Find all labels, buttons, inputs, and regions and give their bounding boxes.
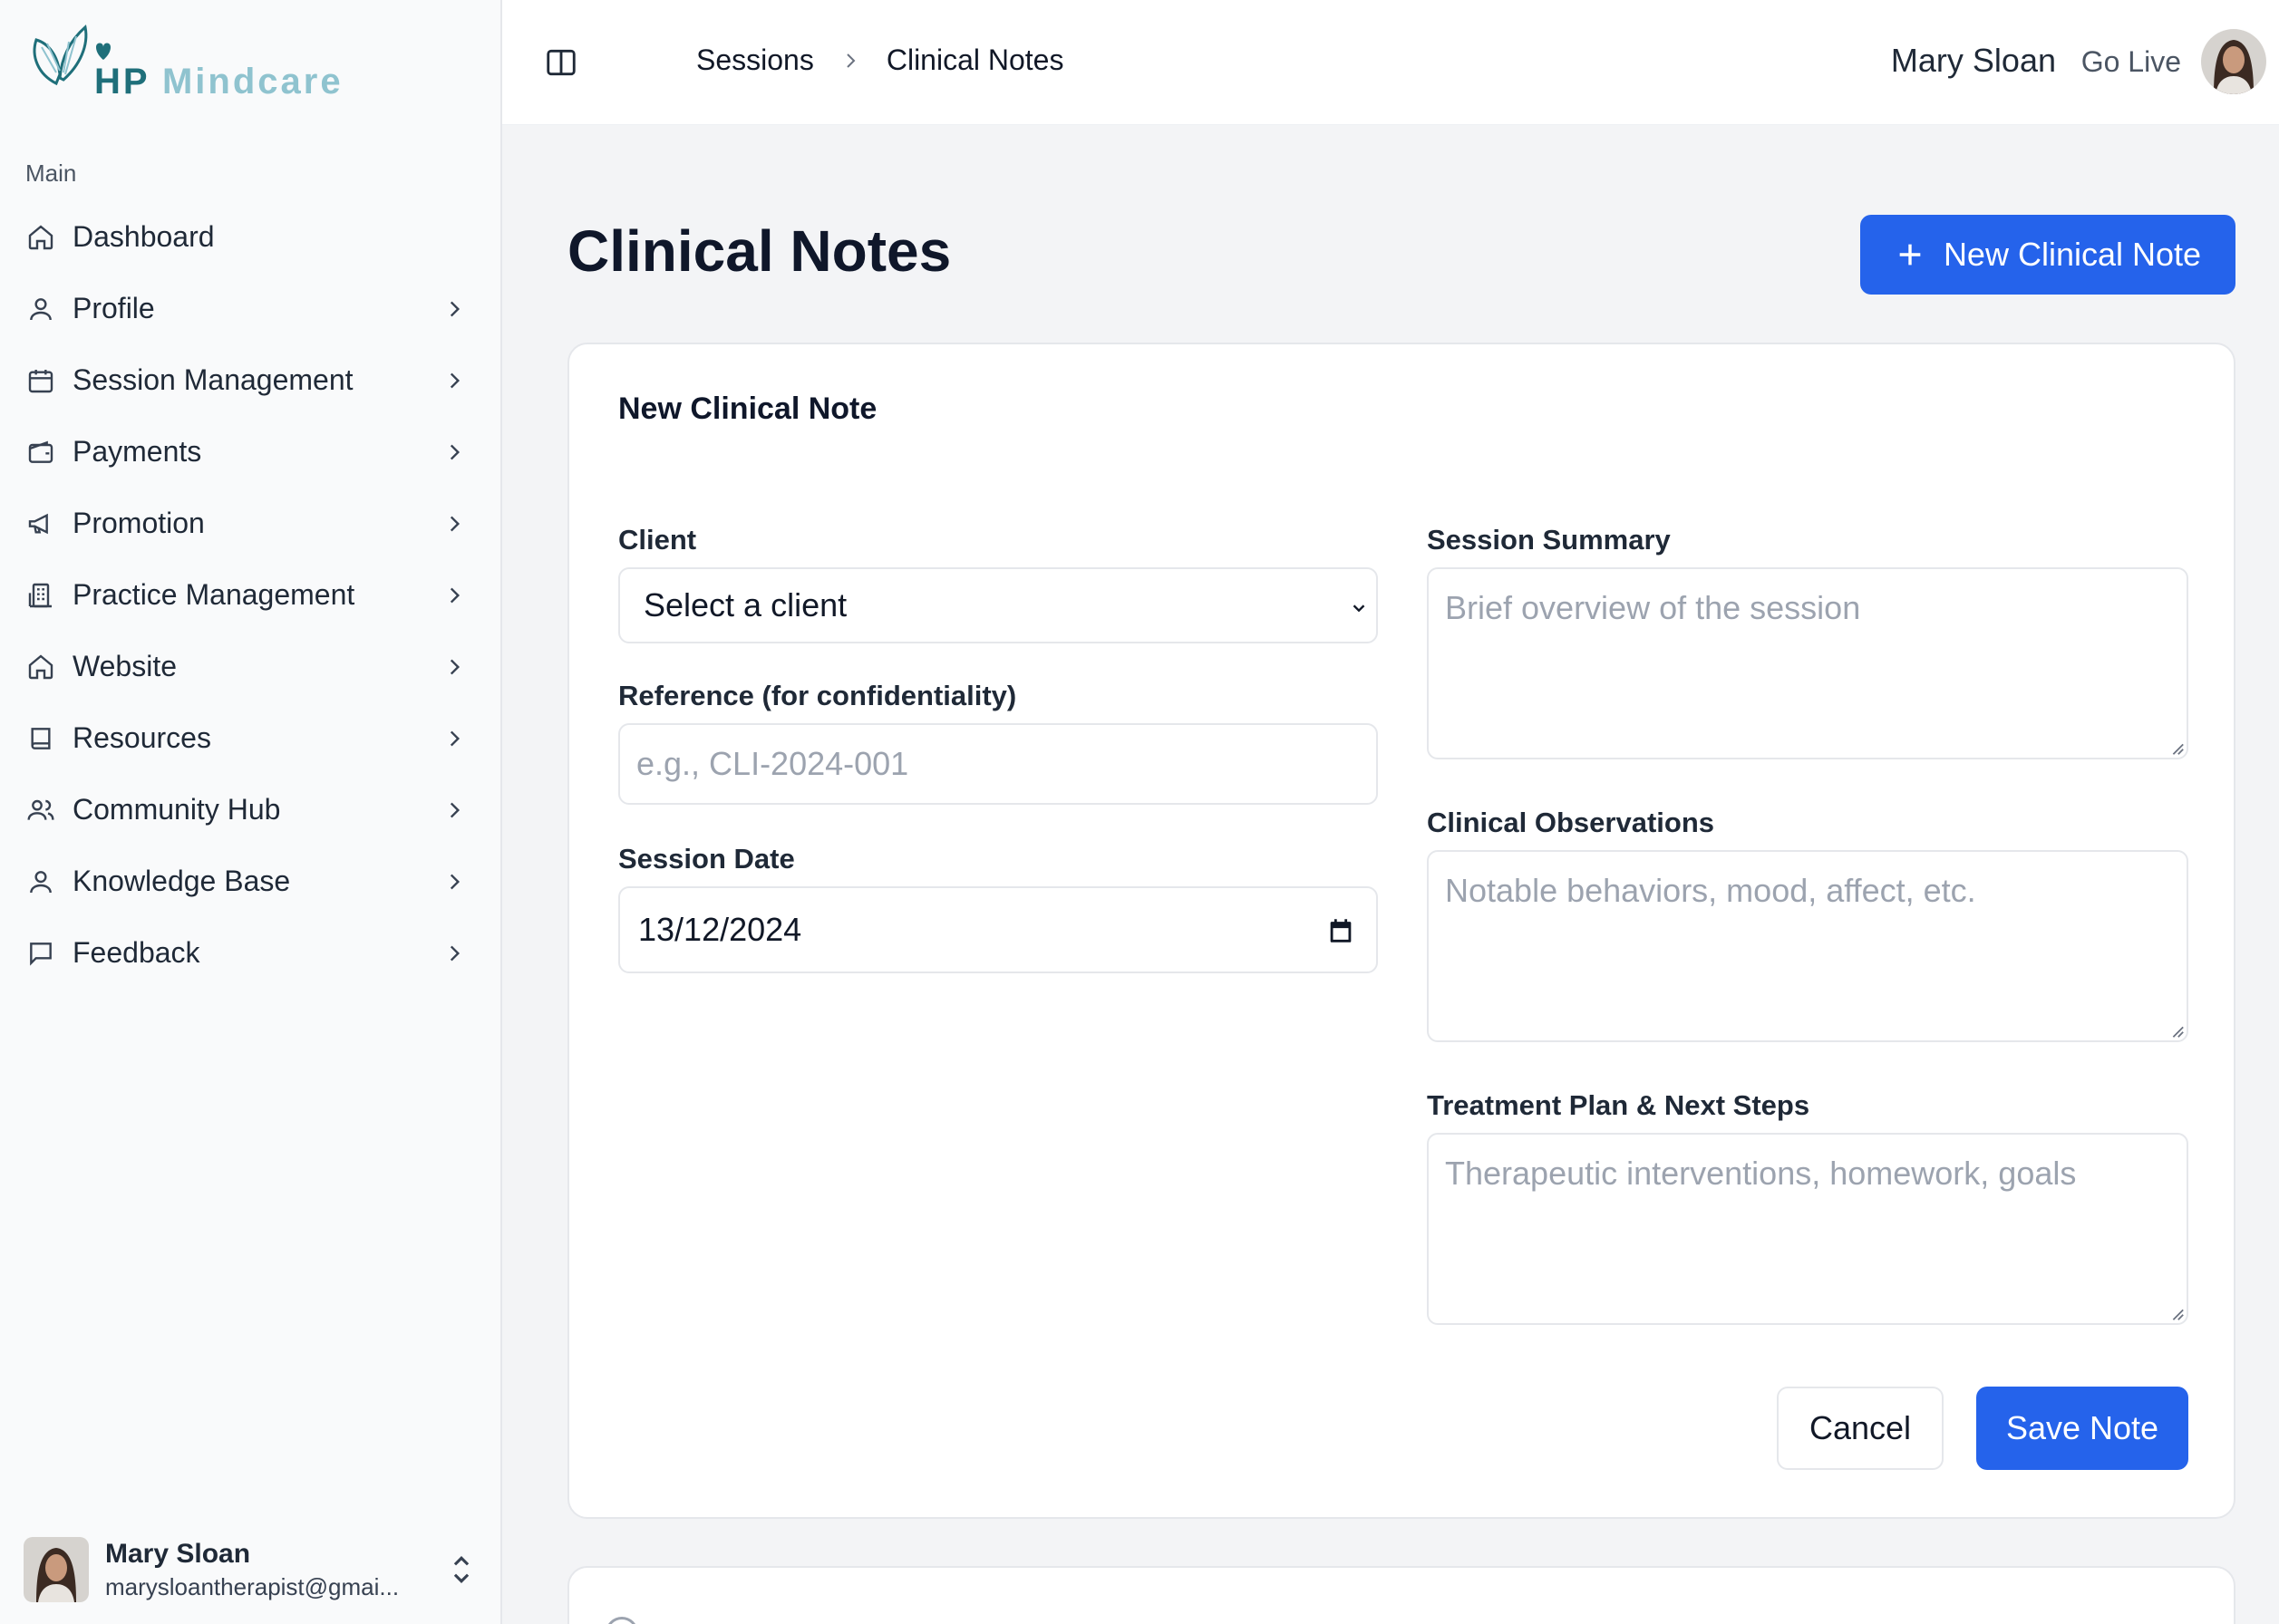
brand-name: HP Mindcare <box>94 62 344 102</box>
treatment-plan-label: Treatment Plan & Next Steps <box>1427 1089 1810 1121</box>
session-summary-placeholder: Brief overview of the session <box>1445 589 1861 626</box>
plus-icon <box>1899 244 1921 266</box>
sidebar-item-payments[interactable]: Payments <box>0 416 502 488</box>
session-summary-textarea[interactable]: Brief overview of the session <box>1427 567 2188 759</box>
sidebar-item-feedback[interactable]: Feedback <box>0 917 502 989</box>
sidebar-item-resources[interactable]: Resources <box>0 702 502 774</box>
resize-handle-icon[interactable] <box>2168 1305 2185 1321</box>
chevron-right-icon <box>450 587 461 603</box>
calendar-icon[interactable] <box>1325 915 1356 946</box>
sidebar-item-session-management[interactable]: Session Management <box>0 344 502 416</box>
home-icon <box>25 222 56 253</box>
megaphone-icon <box>25 508 56 539</box>
sidebar-toggle-icon[interactable] <box>544 45 578 80</box>
users-icon <box>25 795 56 826</box>
avatar <box>24 1537 89 1602</box>
sidebar-user-info: Mary Sloan marysloantherapist@gmai... <box>105 1539 446 1601</box>
sidebar-item-label: Website <box>73 650 178 682</box>
sidebar-item-label: Knowledge Base <box>73 865 291 897</box>
sidebar-item-label: Payments <box>73 435 202 468</box>
new-note-form-card: New Clinical Note Client Select a client… <box>567 343 2235 1519</box>
brand-name-part2: Mindcare <box>161 62 344 102</box>
sidebar-section-label: Main <box>25 160 77 187</box>
client-select[interactable]: Select a client <box>618 567 1378 643</box>
sidebar-item-label: Session Management <box>73 363 354 396</box>
new-clinical-note-button[interactable]: New Clinical Note <box>1860 215 2235 295</box>
book-icon <box>25 723 56 754</box>
clinical-observations-label: Clinical Observations <box>1427 807 1714 838</box>
go-live-button[interactable]: Go Live <box>2081 45 2181 79</box>
reference-input[interactable]: e.g., CLI-2024-001 <box>618 723 1378 805</box>
clinical-observations-placeholder: Notable behaviors, mood, affect, etc. <box>1445 872 1976 909</box>
chevrons-up-down-icon <box>453 1556 470 1583</box>
chevron-right-icon <box>450 301 461 316</box>
wallet-icon <box>25 437 56 468</box>
treatment-plan-placeholder: Therapeutic interventions, homework, goa… <box>1445 1155 2077 1192</box>
brand-name-part1: HP <box>94 62 150 102</box>
sidebar-item-community-hub[interactable]: Community Hub <box>0 774 502 846</box>
user-icon <box>25 866 56 897</box>
sidebar-item-label: Profile <box>73 292 155 324</box>
breadcrumb: Sessions Clinical Notes <box>696 44 1063 77</box>
chevron-right-icon <box>450 659 461 674</box>
treatment-plan-textarea[interactable]: Therapeutic interventions, homework, goa… <box>1427 1133 2188 1325</box>
sidebar-user-name: Mary Sloan <box>105 1538 251 1569</box>
sidebar-nav: Dashboard Profile Session Management Pay… <box>0 201 502 989</box>
building-icon <box>25 580 56 611</box>
sidebar-user-email: marysloantherapist@gmai... <box>105 1572 400 1600</box>
sidebar-item-label: Community Hub <box>73 793 281 826</box>
avatar[interactable] <box>2201 29 2266 94</box>
new-clinical-note-label: New Clinical Note <box>1943 236 2202 273</box>
session-date-input[interactable]: 13/12/2024 <box>618 886 1378 973</box>
user-icon <box>25 294 56 324</box>
sidebar-item-label: Feedback <box>73 936 200 969</box>
session-summary-label: Session Summary <box>1427 524 1671 556</box>
sidebar: HP Mindcare Main Dashboard Profile Sessi… <box>0 0 502 1624</box>
save-note-button[interactable]: Save Note <box>1976 1387 2188 1470</box>
chevron-right-icon <box>450 516 461 531</box>
sidebar-user-menu[interactable]: Mary Sloan marysloantherapist@gmai... <box>24 1533 477 1606</box>
breadcrumb-sessions[interactable]: Sessions <box>696 44 814 77</box>
chevron-right-icon <box>847 53 856 68</box>
page-title: Clinical Notes <box>567 218 952 284</box>
chevron-right-icon <box>450 730 461 746</box>
chevron-right-icon <box>450 444 461 459</box>
sidebar-item-dashboard[interactable]: Dashboard <box>0 201 502 273</box>
sidebar-item-label: Practice Management <box>73 578 355 611</box>
sidebar-item-practice-management[interactable]: Practice Management <box>0 559 502 631</box>
calendar-icon <box>25 365 56 396</box>
sidebar-item-website[interactable]: Website <box>0 631 502 702</box>
home-icon <box>25 652 56 682</box>
notes-list-card <box>567 1566 2235 1624</box>
sidebar-item-knowledge-base[interactable]: Knowledge Base <box>0 846 502 917</box>
sidebar-item-label: Promotion <box>73 507 205 539</box>
chevron-right-icon <box>450 945 461 961</box>
chevron-right-icon <box>450 874 461 889</box>
topbar: Sessions Clinical Notes Mary Sloan Go Li… <box>502 0 2279 125</box>
resize-handle-icon[interactable] <box>2168 1022 2185 1039</box>
session-date-value: 13/12/2024 <box>638 911 802 948</box>
chevron-right-icon <box>450 372 461 388</box>
sidebar-item-promotion[interactable]: Promotion <box>0 488 502 559</box>
reference-label: Reference (for confidentiality) <box>618 680 1017 711</box>
reference-placeholder: e.g., CLI-2024-001 <box>636 745 909 782</box>
clinical-observations-textarea[interactable]: Notable behaviors, mood, affect, etc. <box>1427 850 2188 1042</box>
sidebar-item-label: Resources <box>73 721 211 754</box>
brand-logo[interactable]: HP Mindcare <box>29 20 355 111</box>
chevron-right-icon <box>450 802 461 817</box>
sidebar-item-profile[interactable]: Profile <box>0 273 502 344</box>
client-select-value: Select a client <box>644 586 848 624</box>
breadcrumb-current: Clinical Notes <box>886 44 1064 76</box>
topbar-user-name: Mary Sloan <box>1890 42 2056 79</box>
cancel-button[interactable]: Cancel <box>1777 1387 1944 1470</box>
loading-icon <box>606 1617 638 1624</box>
resize-handle-icon[interactable] <box>2168 740 2185 756</box>
session-date-label: Session Date <box>618 843 795 875</box>
form-title: New Clinical Note <box>618 392 878 426</box>
client-label: Client <box>618 524 697 556</box>
message-square-icon <box>25 938 56 969</box>
chevron-down-icon <box>1353 604 1365 613</box>
sidebar-item-label: Dashboard <box>73 220 215 253</box>
